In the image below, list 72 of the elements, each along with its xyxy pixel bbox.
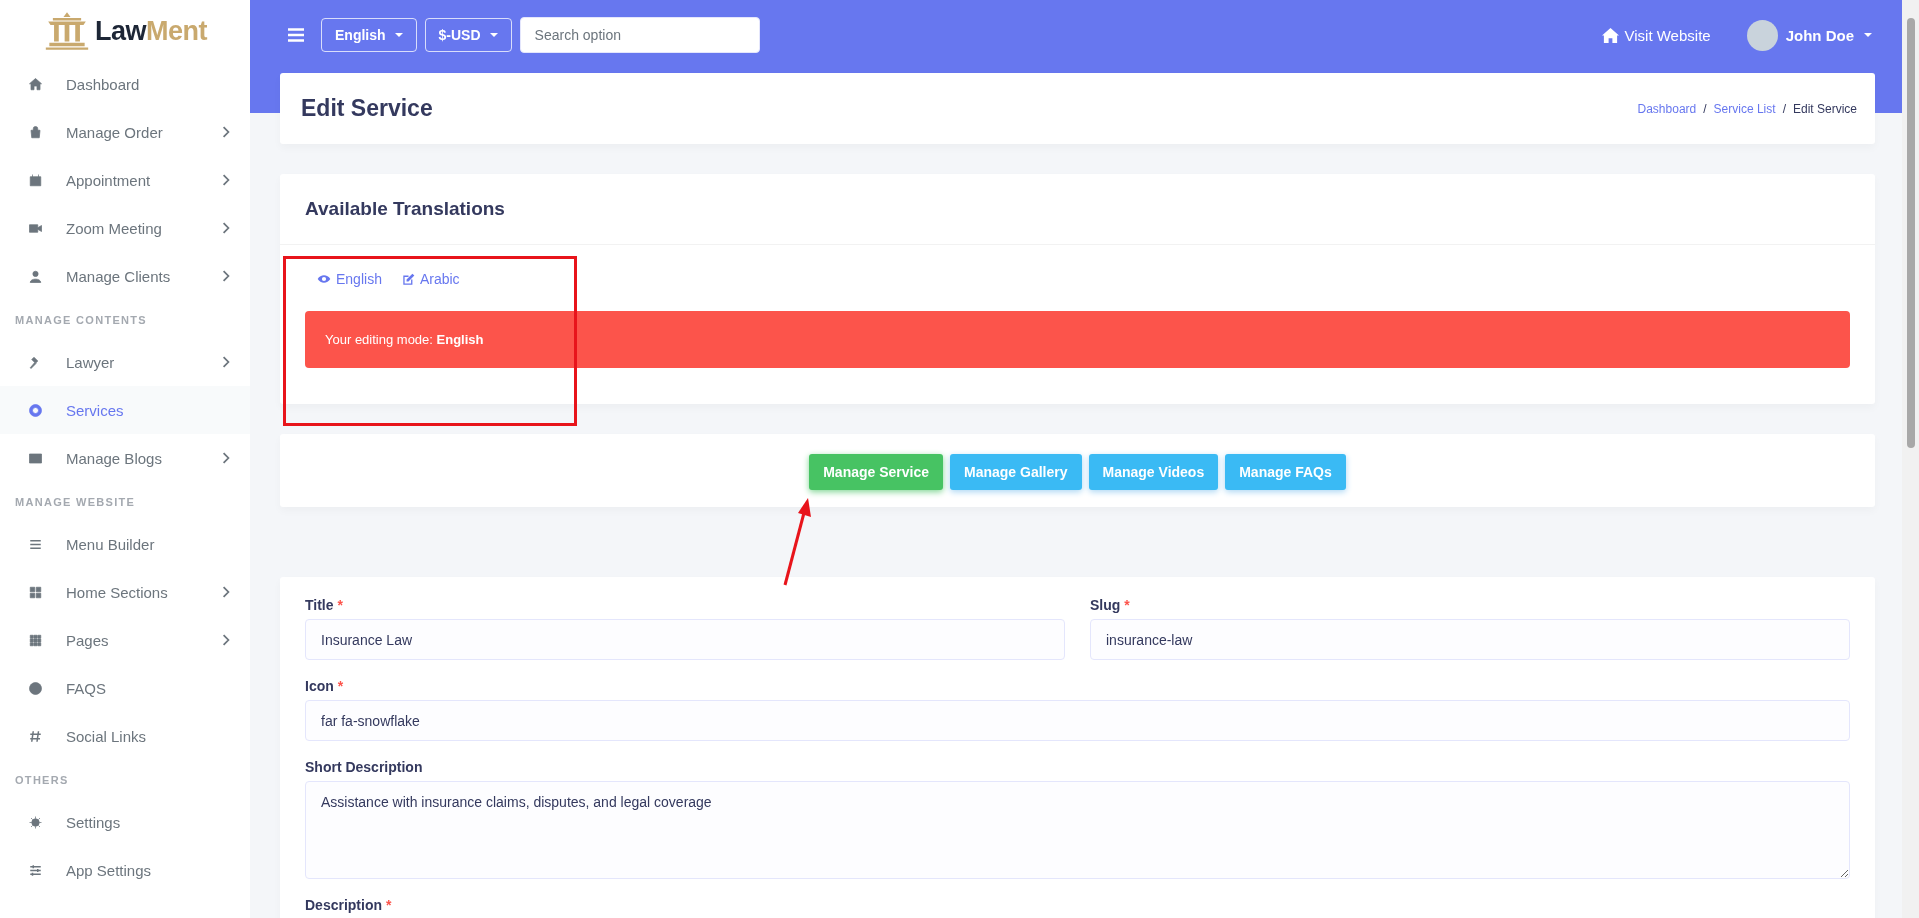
field-label: Description * — [305, 897, 393, 913]
field-label: Icon * — [305, 678, 345, 694]
sidebar-item[interactable]: Manage Blogs — [0, 434, 250, 482]
user-icon — [28, 268, 43, 284]
chevron-right-icon — [222, 174, 230, 186]
sidebar-item[interactable]: Dashboard — [0, 60, 250, 108]
page-title: Edit Service — [301, 95, 433, 122]
textarea-field[interactable]: Assistance with insurance claims, disputes, and legal coverage — [305, 781, 1850, 879]
chevron-right-icon — [222, 356, 230, 368]
chevron-right-icon — [222, 586, 230, 598]
breadcrumb-separator: / — [1703, 101, 1707, 116]
settings-icon — [28, 814, 43, 830]
field-label: Slug * — [1090, 597, 1131, 613]
pillar-logo-icon — [43, 11, 91, 51]
chevron-right-icon — [222, 452, 230, 464]
visit-website-link[interactable]: Visit Website — [1600, 26, 1711, 44]
sidebar-item[interactable]: Zoom Meeting — [0, 204, 250, 252]
chevron-right-icon — [222, 634, 230, 646]
sidebar-item[interactable]: Lawyer — [0, 338, 250, 386]
sidebar-item[interactable]: Menu Builder — [0, 520, 250, 568]
input-field[interactable]: Insurance Law — [305, 619, 1065, 660]
chevron-right-icon — [222, 270, 230, 282]
lifebuoy-icon — [28, 402, 43, 418]
breadcrumb-separator: / — [1782, 101, 1786, 116]
currency-dropdown[interactable]: $-USD — [424, 18, 512, 52]
language-link[interactable]: English — [317, 271, 382, 287]
caret-icon — [394, 32, 403, 38]
language-link[interactable]: Arabic — [401, 271, 460, 287]
avatar — [1746, 19, 1778, 51]
search-field[interactable]: Search option — [519, 17, 760, 53]
input-field[interactable]: insurance-law — [1090, 619, 1850, 660]
card-title: Available Translations — [280, 174, 1875, 245]
sidebar-item[interactable]: Appointment — [0, 156, 250, 204]
field-label: Title * — [305, 597, 344, 613]
grid-icon — [28, 632, 43, 648]
chevron-right-icon — [222, 126, 230, 138]
breadcrumb-link[interactable]: Service List — [1713, 101, 1776, 116]
hash-icon — [28, 728, 43, 744]
bag-icon — [28, 124, 43, 140]
sidebar-item[interactable]: Manage Order — [0, 108, 250, 156]
breadcrumb-link[interactable]: Dashboard — [1637, 101, 1697, 116]
menu-icon[interactable] — [288, 28, 304, 42]
eye-icon — [317, 274, 331, 284]
sidebar-item[interactable]: Manage Clients — [0, 252, 250, 300]
sidebar-item[interactable]: Settings — [0, 798, 250, 846]
user-menu[interactable]: John Doe — [1746, 19, 1872, 51]
section-heading: OTHERS — [14, 773, 70, 788]
sidebar-item[interactable]: Social Links — [0, 712, 250, 760]
grid-icon — [28, 584, 43, 600]
editing-mode-alert: Your editing mode: English — [305, 311, 1850, 368]
sidebar-item[interactable]: App Settings — [0, 846, 250, 894]
caret-icon — [1864, 32, 1872, 38]
scrollbar[interactable] — [1902, 0, 1919, 918]
edit-icon — [401, 272, 415, 286]
home-icon — [28, 76, 43, 92]
sidebar-item[interactable]: Home Sections — [0, 568, 250, 616]
chevron-right-icon — [222, 222, 230, 234]
field-label: Short Description — [305, 759, 424, 775]
language-dropdown[interactable]: English — [321, 18, 417, 52]
sliders-icon — [28, 862, 43, 878]
section-heading: MANAGE CONTENTS — [14, 313, 148, 328]
scrollbar-thumb[interactable] — [1906, 18, 1915, 448]
calendar-icon — [28, 172, 43, 188]
sidebar-item[interactable]: Services — [0, 386, 250, 434]
input-field[interactable]: far fa-snowflake — [305, 700, 1850, 741]
breadcrumb-current: Edit Service — [1792, 101, 1857, 116]
logo-text[interactable]: LawMent — [95, 15, 207, 47]
sidebar-item[interactable]: FAQS — [0, 664, 250, 712]
section-heading: MANAGE WEBSITE — [14, 495, 137, 510]
caret-icon — [489, 32, 498, 38]
home-icon — [1600, 26, 1620, 44]
sidebar-item[interactable]: Pages — [0, 616, 250, 664]
